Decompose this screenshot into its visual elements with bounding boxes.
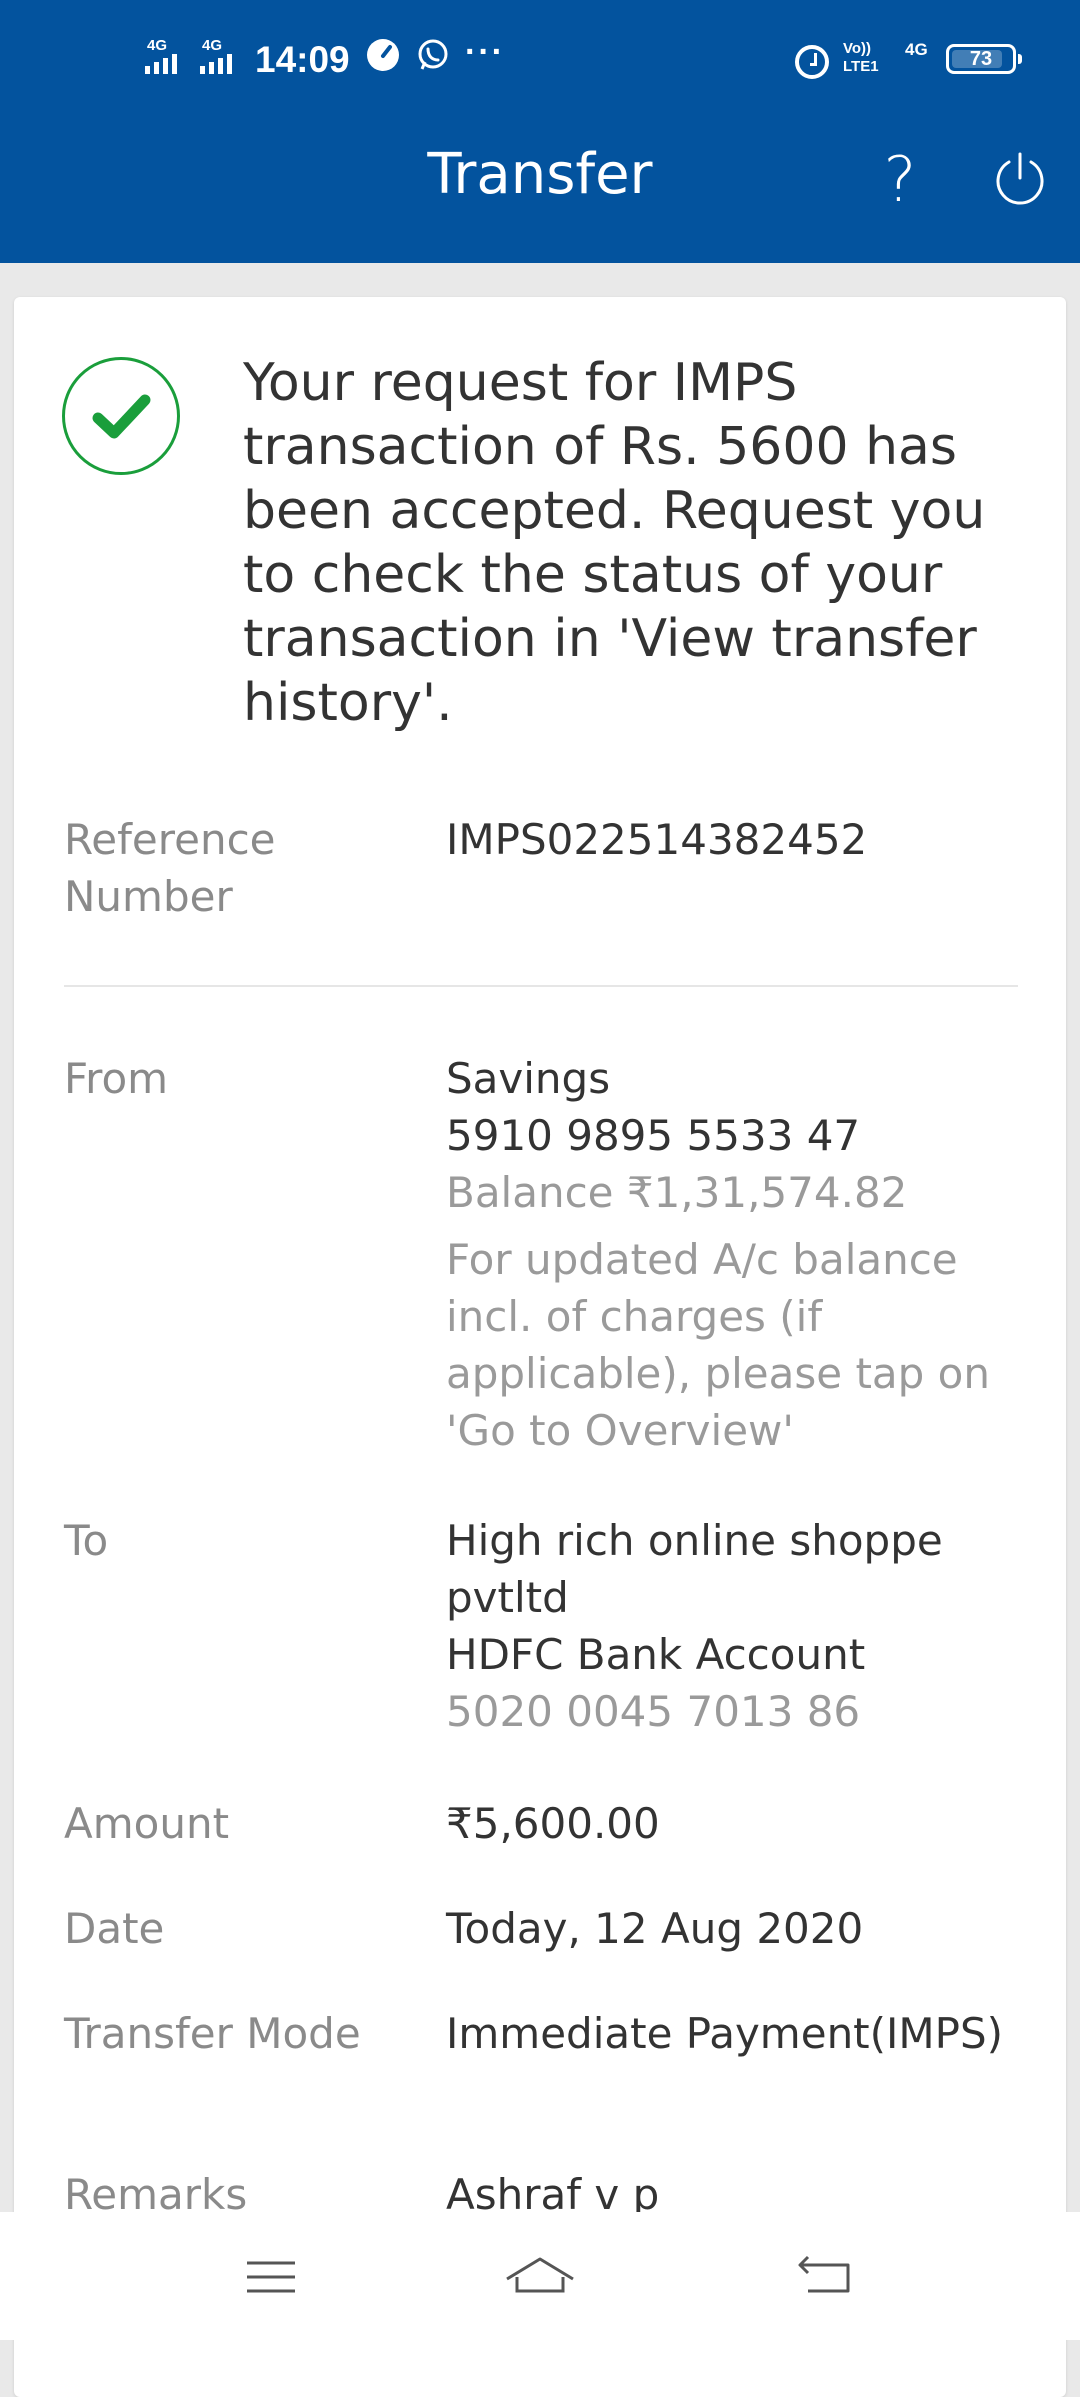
transfer-mode-value: Immediate Payment(IMPS)	[446, 2009, 1004, 2058]
amount-value: ₹5,600.00	[446, 1799, 660, 1848]
app-header: 4G 4G 14:09 ··· Vo)) LTE1 4G 73 Transfer	[0, 0, 1080, 263]
from-account-type: Savings	[446, 1054, 611, 1103]
whatsapp-icon	[418, 39, 448, 70]
from-balance: Balance ₹1,31,574.82	[446, 1168, 908, 1217]
help-button[interactable]: ?	[870, 140, 930, 220]
from-details: Savings 5910 9895 5533 47 Balance ₹1,31,…	[446, 1050, 1046, 1459]
reference-value: IMPS022514382452	[446, 815, 868, 864]
date-value: Today, 12 Aug 2020	[446, 1904, 864, 1953]
from-label: From	[64, 1054, 169, 1103]
speedometer-icon	[367, 39, 399, 71]
balance-note: For updated A/c balance incl. of charges…	[446, 1235, 990, 1455]
transaction-card: Your request for IMPS transaction of Rs.…	[14, 297, 1066, 2397]
status-bar: 4G 4G 14:09 ··· Vo)) LTE1 4G 73	[0, 0, 1080, 110]
from-account-number: 5910 9895 5533 47	[446, 1111, 861, 1160]
network-type-icon: 4G	[905, 40, 928, 59]
battery-level: 73	[969, 47, 993, 70]
payee-name: High rich online shoppe pvtltd	[446, 1516, 943, 1622]
payee-account-number: 5020 0045 7013 86	[446, 1687, 861, 1736]
amount-label: Amount	[64, 1799, 230, 1848]
check-circle-icon	[62, 357, 180, 475]
system-navigation-bar	[0, 2212, 1080, 2340]
sim1-signal-icon: 4G	[145, 38, 193, 78]
alarm-icon	[795, 45, 829, 79]
back-icon[interactable]	[790, 2247, 860, 2307]
volte-indicator: Vo)) LTE1	[843, 40, 879, 75]
home-icon[interactable]	[505, 2247, 575, 2307]
divider	[64, 985, 1018, 987]
battery-icon: 73	[946, 44, 1022, 74]
status-time: 14:09	[255, 39, 350, 80]
logout-power-icon[interactable]	[990, 150, 1050, 210]
to-details: High rich online shoppe pvtltd HDFC Bank…	[446, 1512, 1046, 1740]
more-notifications-icon: ···	[465, 33, 505, 71]
sim2-signal-icon: 4G	[200, 38, 248, 78]
to-label: To	[64, 1516, 109, 1565]
payee-bank: HDFC Bank Account	[446, 1630, 866, 1679]
menu-icon[interactable]	[235, 2247, 305, 2307]
confirmation-message: Your request for IMPS transaction of Rs.…	[243, 353, 986, 733]
reference-label: Reference Number	[64, 815, 276, 921]
date-label: Date	[64, 1904, 165, 1953]
transfer-mode-label: Transfer Mode	[64, 2009, 361, 2058]
